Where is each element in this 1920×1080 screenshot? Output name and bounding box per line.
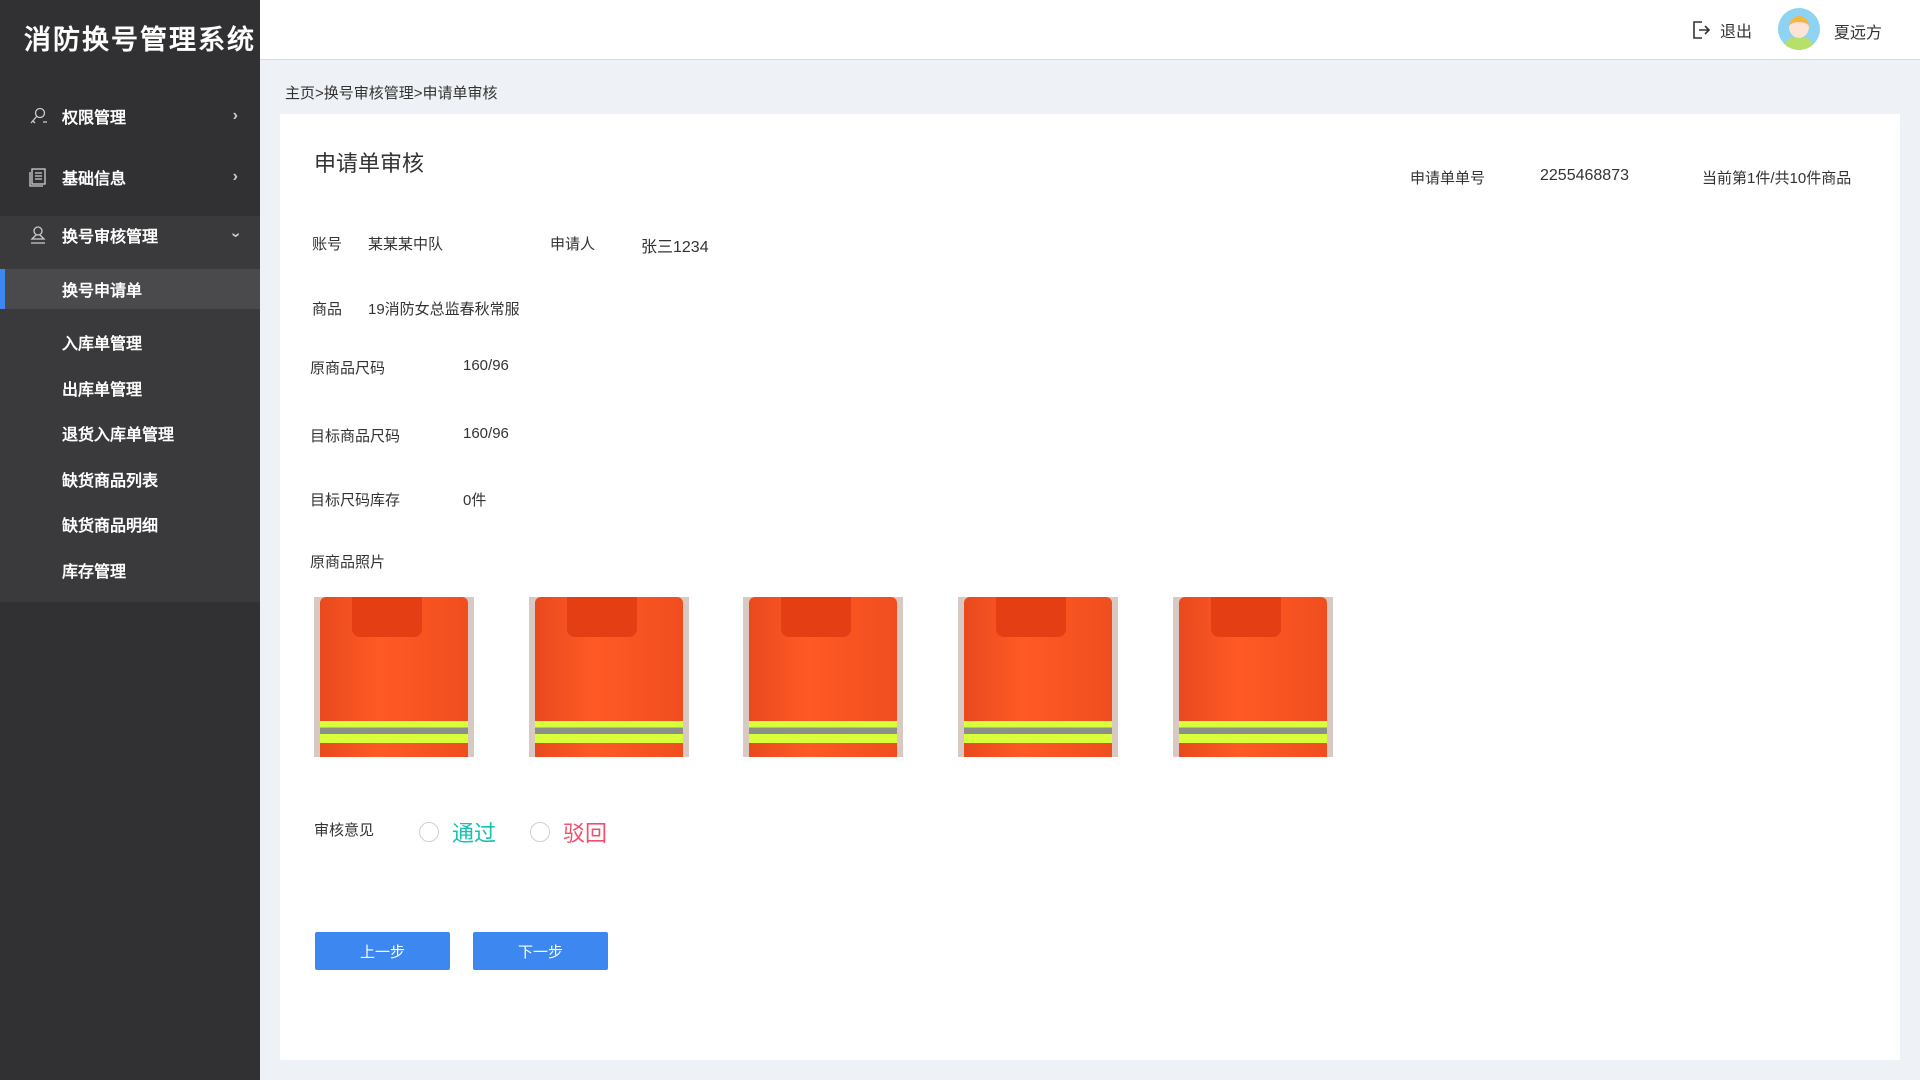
sidebar-subitem-inventory[interactable]: 库存管理 (0, 550, 260, 590)
sidebar-subitem-shortage-list[interactable]: 缺货商品列表 (0, 459, 260, 499)
chevron-down-icon: › (227, 232, 245, 238)
sidebar: 消防换号管理系统 权限管理 › 基础信息 › 换号审核管理 › 换号申请单 入库… (0, 0, 260, 1080)
sidebar-item-basic-info[interactable]: 基础信息 › (0, 152, 260, 202)
review-opinion-label: 审核意见 (314, 822, 375, 839)
previous-step-button[interactable]: 上一步 (315, 932, 450, 970)
reject-radio[interactable] (530, 822, 550, 842)
logout-button[interactable]: 退出 (1692, 18, 1752, 42)
applicant-value: 张三1234 (641, 239, 709, 256)
product-photo[interactable] (529, 597, 689, 757)
sidebar-item-label: 换号审核管理 (62, 229, 159, 246)
sidebar-subitem-shortage-detail[interactable]: 缺货商品明细 (0, 504, 260, 544)
product-label: 商品 (312, 301, 343, 318)
sidebar-item-permissions[interactable]: 权限管理 › (0, 91, 260, 141)
chevron-right-icon: › (232, 107, 238, 124)
target-size-label: 目标商品尺码 (310, 428, 401, 445)
product-photo[interactable] (1173, 597, 1333, 757)
key-icon (28, 106, 52, 126)
account-value: 某某某中队 (368, 236, 444, 253)
stamp-icon (28, 225, 52, 245)
original-size-label: 原商品尺码 (310, 360, 386, 377)
original-size-value: 160/96 (463, 357, 509, 374)
sidebar-subitem-swap-request[interactable]: 换号申请单 (0, 269, 260, 309)
breadcrumb: 主页>换号审核管理>申请单审核 (285, 85, 498, 102)
target-stock-value: 0件 (463, 492, 487, 509)
next-step-button[interactable]: 下一步 (473, 932, 608, 970)
sidebar-subitem-inbound[interactable]: 入库单管理 (0, 322, 260, 362)
app-title: 消防换号管理系统 (24, 25, 256, 55)
page-title: 申请单审核 (314, 151, 425, 176)
username[interactable]: 夏远方 (1834, 19, 1882, 43)
order-no-label: 申请单单号 (1410, 170, 1486, 187)
product-photo[interactable] (314, 597, 474, 757)
sidebar-item-label: 权限管理 (62, 110, 127, 127)
account-label: 账号 (312, 236, 343, 253)
logout-icon (1692, 20, 1710, 40)
chevron-right-icon: › (232, 168, 238, 185)
sidebar-subitem-return-inbound[interactable]: 退货入库单管理 (0, 413, 260, 453)
product-photo[interactable] (743, 597, 903, 757)
top-header: 退出 夏远方 (260, 0, 1920, 60)
approve-label[interactable]: 通过 (452, 816, 496, 848)
product-value: 19消防女总监春秋常服 (368, 301, 520, 318)
target-stock-label: 目标尺码库存 (310, 492, 401, 509)
document-icon (28, 167, 52, 187)
order-no-value: 2255468873 (1540, 167, 1629, 184)
product-photo[interactable] (958, 597, 1118, 757)
sidebar-item-label: 基础信息 (62, 171, 127, 188)
approve-radio[interactable] (419, 822, 439, 842)
logout-label: 退出 (1719, 24, 1752, 41)
sidebar-item-swap-review[interactable]: 换号审核管理 › (0, 210, 260, 260)
applicant-label: 申请人 (550, 236, 596, 253)
target-size-value: 160/96 (463, 425, 509, 442)
item-progress: 当前第1件/共10件商品 (1702, 170, 1852, 187)
review-card: 申请单审核 申请单单号 2255468873 当前第1件/共10件商品 账号 某… (280, 114, 1900, 1060)
avatar[interactable] (1778, 8, 1820, 50)
reject-label[interactable]: 驳回 (563, 816, 607, 848)
photos-label: 原商品照片 (310, 554, 386, 571)
sidebar-subitem-outbound[interactable]: 出库单管理 (0, 368, 260, 408)
